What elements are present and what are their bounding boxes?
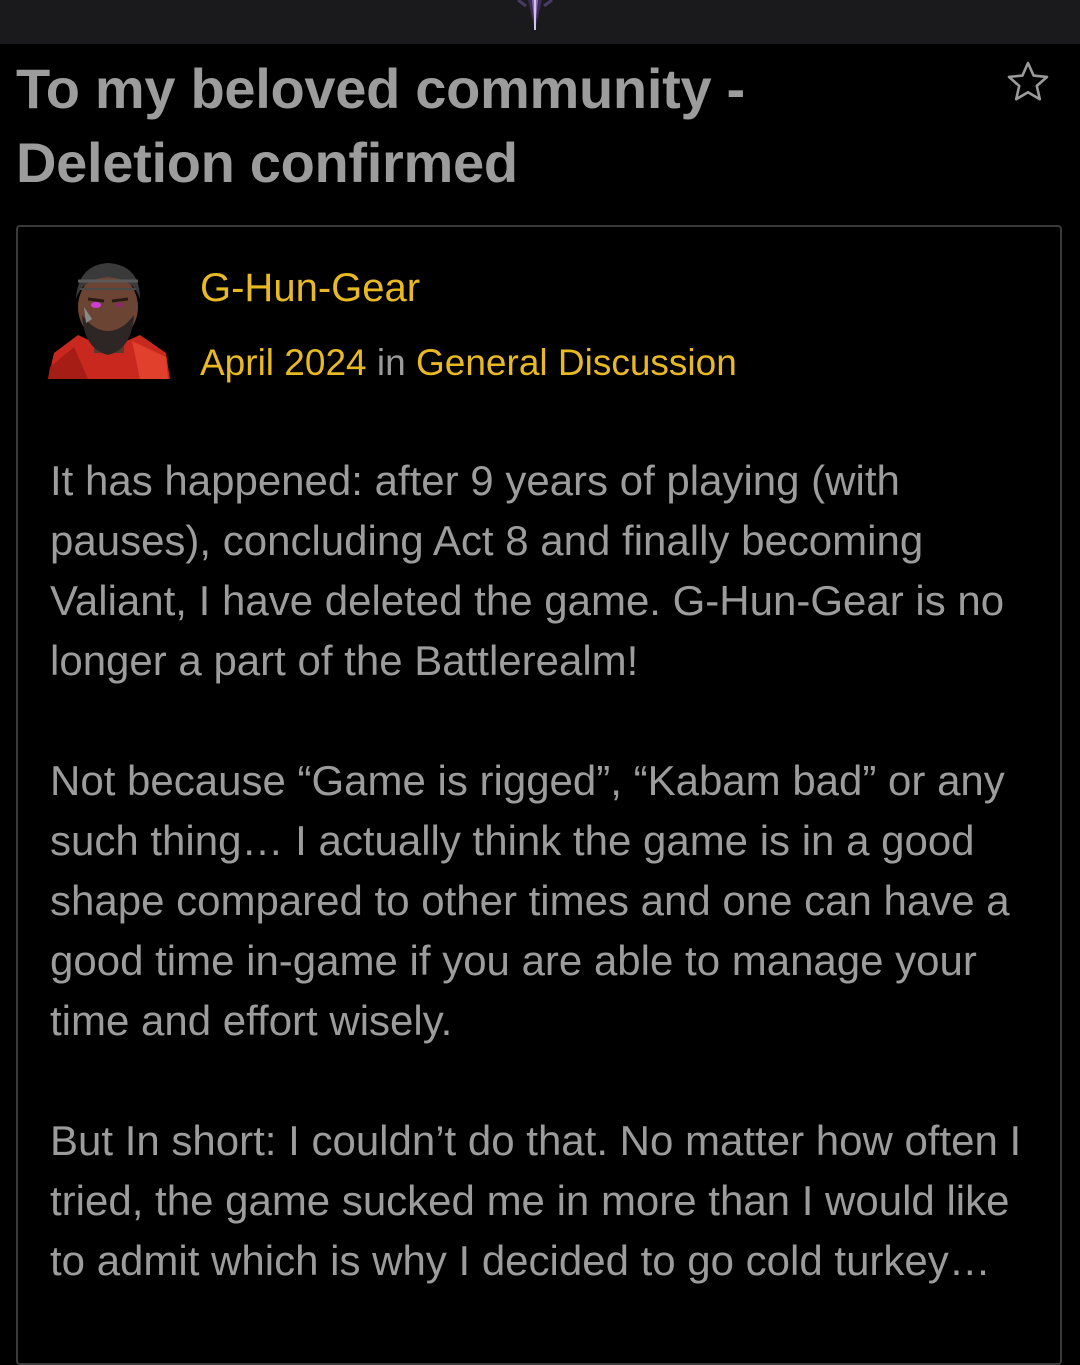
- favorite-button[interactable]: [1004, 58, 1052, 106]
- top-navigation-bar: [0, 0, 1080, 44]
- star-outline-icon: [1007, 61, 1049, 101]
- post-title-area: To my beloved community - Deletion confi…: [16, 52, 976, 200]
- post-card: G-Hun-Gear April 2024 in General Discuss…: [16, 225, 1062, 1365]
- avatar-portrait-icon: [48, 257, 170, 379]
- category-link[interactable]: General Discussion: [416, 342, 737, 383]
- avatar[interactable]: [48, 257, 170, 379]
- post-paragraph: It has happened: after 9 years of playin…: [50, 457, 1005, 684]
- page-title: To my beloved community - Deletion confi…: [16, 57, 745, 194]
- meta-in-label: in: [376, 342, 406, 383]
- post-date-link[interactable]: April 2024: [200, 342, 367, 383]
- post-paragraph: But In short: I couldn’t do that. No mat…: [50, 1117, 1022, 1284]
- post-meta: April 2024 in General Discussion: [200, 341, 737, 385]
- post-paragraph: Not because “Game is rigged”, “Kabam bad…: [50, 757, 1010, 1044]
- author-name-link[interactable]: G-Hun-Gear: [200, 265, 420, 311]
- post-body: It has happened: after 9 years of playin…: [50, 451, 1030, 1351]
- site-logo-icon[interactable]: [508, 0, 562, 30]
